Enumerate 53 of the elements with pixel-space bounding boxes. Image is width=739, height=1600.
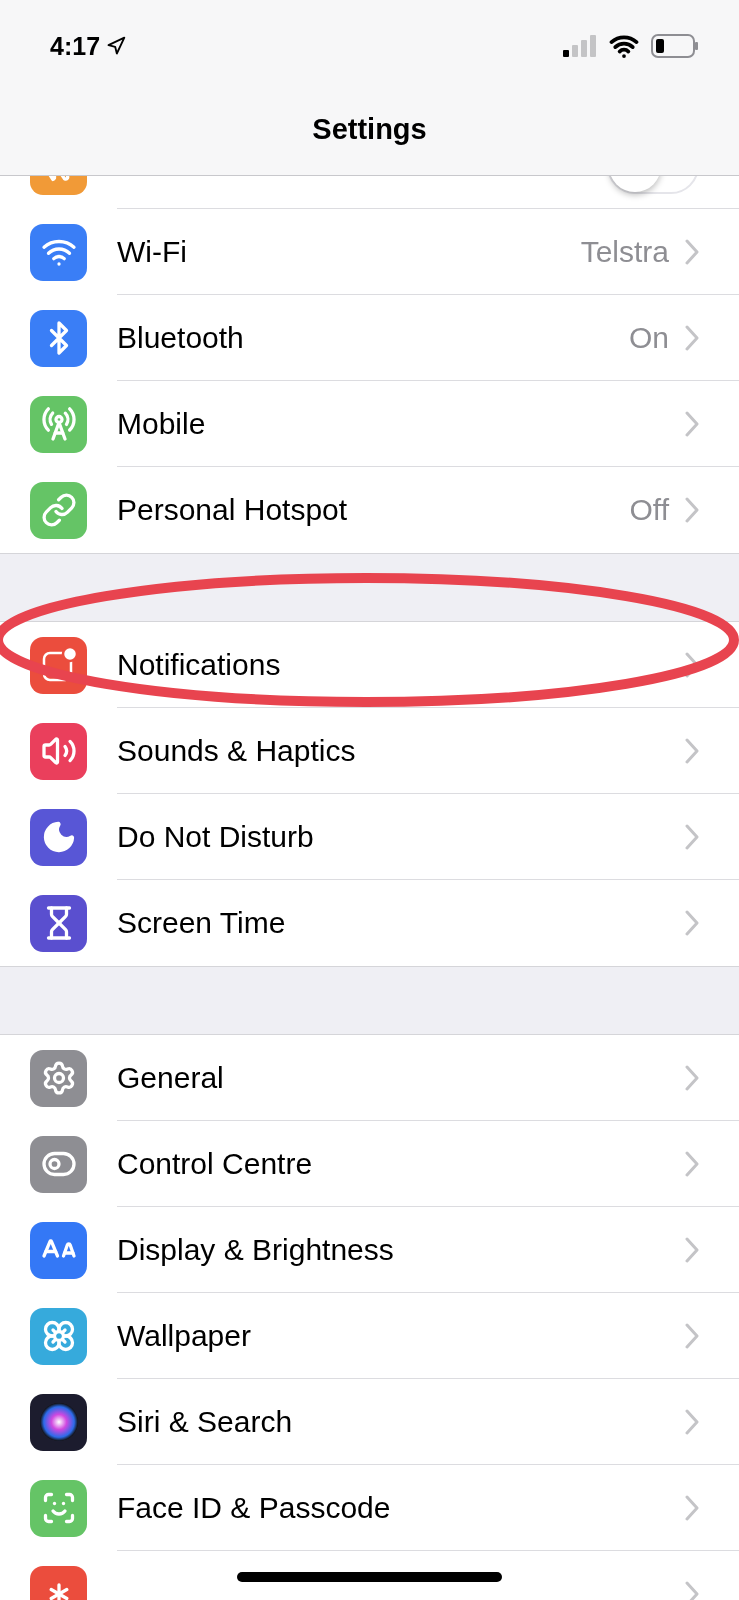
row-label: Notifications bbox=[117, 647, 282, 682]
row-value: On bbox=[628, 320, 669, 355]
settings-row[interactable]: Do Not Disturb bbox=[117, 794, 739, 880]
row-value: Off bbox=[629, 493, 669, 527]
settings-row[interactable]: General bbox=[117, 1035, 739, 1121]
row-label: Display & Brightness bbox=[117, 1232, 395, 1267]
settings-row[interactable]: Mobile bbox=[117, 381, 739, 467]
chevron-icon bbox=[685, 1322, 699, 1349]
settings-row[interactable]: Bluetooth On bbox=[117, 295, 739, 381]
chevron-icon bbox=[685, 324, 699, 351]
battery-icon bbox=[651, 34, 699, 58]
settings-row[interactable]: Sounds & Haptics bbox=[117, 708, 739, 794]
chevron-icon bbox=[685, 651, 699, 678]
chevron-icon bbox=[685, 1236, 699, 1263]
status-time: 4:17 bbox=[50, 31, 101, 61]
chevron-icon bbox=[685, 497, 699, 523]
settings-row[interactable]: Screen Time bbox=[117, 880, 739, 966]
row-label: Wi-Fi bbox=[117, 234, 188, 269]
row-label: Personal Hotspot bbox=[117, 493, 349, 527]
settings-row[interactable]: Face ID & Passcode bbox=[117, 1465, 739, 1551]
row-label: Mobile bbox=[117, 406, 207, 441]
row-label: Control Centre bbox=[117, 1146, 314, 1181]
row-label: General bbox=[117, 1060, 225, 1095]
cellular-signal-icon bbox=[563, 35, 597, 57]
settings-row[interactable]: Personal Hotspot Off bbox=[117, 467, 739, 553]
antenna-icon bbox=[40, 406, 77, 442]
row-label: Wallpaper bbox=[117, 1318, 252, 1353]
chevron-icon bbox=[685, 410, 699, 437]
settings-row[interactable]: Wi-Fi Telstra bbox=[117, 209, 739, 295]
chevron-icon bbox=[685, 238, 699, 265]
row-label: Do Not Disturb bbox=[117, 819, 315, 854]
chevron-icon bbox=[685, 1581, 699, 1600]
row-value: Telstra bbox=[580, 234, 669, 269]
row-label: Sounds & Haptics bbox=[117, 733, 357, 768]
settings-row[interactable]: Display & Brightness bbox=[117, 1207, 739, 1293]
row-label: Siri & Search bbox=[117, 1404, 294, 1439]
siri-orb-icon bbox=[37, 1401, 80, 1443]
settings-row[interactable]: Siri & Search bbox=[117, 1379, 739, 1465]
chevron-icon bbox=[685, 1408, 699, 1435]
chain-link-icon bbox=[40, 492, 77, 528]
location-arrow-icon bbox=[106, 36, 127, 56]
row-label: Bluetooth bbox=[117, 320, 245, 355]
chevron-icon bbox=[685, 1064, 699, 1091]
chevron-icon bbox=[685, 910, 699, 936]
row-label: Face ID & Passcode bbox=[117, 1490, 392, 1525]
chevron-icon bbox=[685, 823, 699, 850]
settings-row[interactable]: Wallpaper bbox=[117, 1293, 739, 1379]
page-title: Settings bbox=[312, 113, 427, 147]
chevron-icon bbox=[685, 737, 699, 764]
row-label: Screen Time bbox=[117, 906, 287, 940]
settings-row[interactable]: Control Centre bbox=[117, 1121, 739, 1207]
chevron-icon bbox=[685, 1150, 699, 1177]
chevron-icon bbox=[685, 1494, 699, 1521]
